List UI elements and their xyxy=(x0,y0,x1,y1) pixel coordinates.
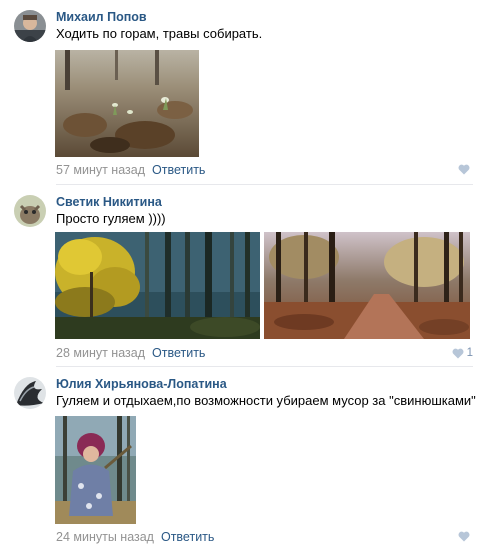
comment-author[interactable]: Светик Никитина xyxy=(56,195,162,209)
avatar[interactable] xyxy=(14,195,46,227)
heart-icon xyxy=(458,164,470,175)
comment-photo[interactable] xyxy=(55,416,136,524)
comment-item: Михаил Попов Ходить по горам, травы соби… xyxy=(0,0,485,185)
reply-button[interactable]: Ответить xyxy=(152,346,205,360)
comment-author[interactable]: Юлия Хирьянова-Лопатина xyxy=(56,377,227,391)
like-button[interactable] xyxy=(458,531,473,542)
comment-time[interactable]: 28 минут назад xyxy=(56,346,145,360)
comment-photo[interactable] xyxy=(55,232,260,339)
comment-meta: 57 минут назад Ответить xyxy=(56,163,205,177)
like-count: 1 xyxy=(466,347,473,359)
comment-photo[interactable] xyxy=(55,50,199,157)
reply-button[interactable]: Ответить xyxy=(161,530,214,544)
comment-time[interactable]: 57 минут назад xyxy=(56,163,145,177)
heart-icon xyxy=(452,348,464,358)
heart-icon xyxy=(458,531,470,542)
comment-item: Юлия Хирьянова-Лопатина Гуляем и отдыхае… xyxy=(0,367,485,546)
comment-item: Светик Никитина Просто гуляем )))) 28 ми… xyxy=(0,185,485,367)
like-button[interactable] xyxy=(458,164,473,175)
comment-time[interactable]: 24 минуты назад xyxy=(56,530,154,544)
comment-text: Просто гуляем )))) xyxy=(56,211,166,226)
comment-text: Ходить по горам, травы собирать. xyxy=(56,26,263,41)
like-button[interactable]: 1 xyxy=(452,347,473,359)
avatar[interactable] xyxy=(14,10,46,42)
comment-author[interactable]: Михаил Попов xyxy=(56,10,147,24)
comment-meta: 24 минуты назад Ответить xyxy=(56,530,214,544)
avatar[interactable] xyxy=(14,377,46,409)
reply-button[interactable]: Ответить xyxy=(152,163,205,177)
comment-photo[interactable] xyxy=(264,232,470,339)
comment-meta: 28 минут назад Ответить xyxy=(56,346,205,360)
comment-text: Гуляем и отдыхаем,по возможности убираем… xyxy=(56,393,476,408)
